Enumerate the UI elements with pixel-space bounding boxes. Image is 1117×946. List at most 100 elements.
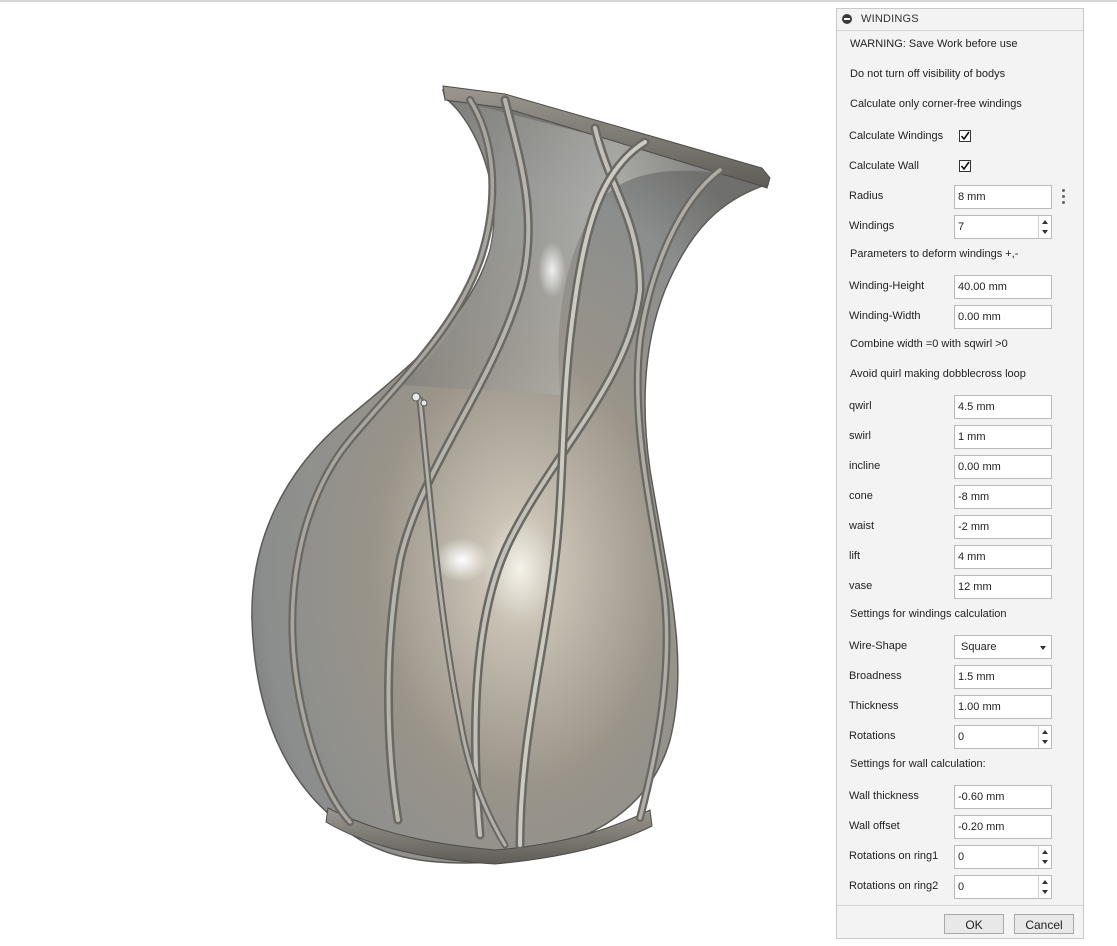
windings-stepper-arrows[interactable]: [1038, 216, 1051, 238]
radius-input[interactable]: [954, 185, 1052, 209]
vase-label: vase: [849, 580, 873, 592]
row-winding-height: Winding-Height: [837, 272, 1083, 302]
incline-label: incline: [849, 460, 881, 472]
3d-viewport[interactable]: [0, 2, 834, 946]
winding-height-label: Winding-Height: [849, 280, 925, 292]
arrow-up-icon[interactable]: [1042, 730, 1048, 734]
cancel-button[interactable]: Cancel: [1014, 914, 1074, 934]
wire-shape-label: Wire-Shape: [849, 640, 908, 652]
rotations-ring2-label: Rotations on ring2: [849, 880, 939, 892]
swirl-input[interactable]: [954, 425, 1052, 449]
visibility-text: Do not turn off visibility of bodys: [850, 68, 1006, 80]
combine-text: Combine width =0 with sqwirl >0: [850, 338, 1008, 350]
chevron-down-icon: [1040, 646, 1046, 650]
broadness-label: Broadness: [849, 670, 902, 682]
wall-thickness-input[interactable]: [954, 785, 1052, 809]
note-visibility: Do not turn off visibility of bodys: [837, 61, 1083, 91]
lift-label: lift: [849, 550, 860, 562]
calculate-windings-checkbox[interactable]: [959, 130, 971, 142]
row-rotations: Rotations 0: [837, 722, 1083, 752]
note-avoid: Avoid quirl making dobblecross loop: [837, 361, 1083, 391]
note-deform: Parameters to deform windings +,-: [837, 241, 1083, 271]
cone-input[interactable]: [954, 485, 1052, 509]
row-calculate-windings: Calculate Windings: [837, 122, 1083, 152]
warning-text: WARNING: Save Work before use: [850, 38, 1018, 50]
kebab-menu-icon[interactable]: [1062, 189, 1066, 205]
wall-thickness-label: Wall thickness: [849, 790, 919, 802]
wire-shape-select[interactable]: Square: [954, 635, 1052, 659]
deform-text: Parameters to deform windings +,-: [850, 248, 1019, 260]
thickness-label: Thickness: [849, 700, 899, 712]
row-winding-width: Winding-Width: [837, 302, 1083, 332]
calculate-wall-label: Calculate Wall: [849, 160, 919, 172]
note-settings-windings: Settings for windings calculation: [837, 601, 1083, 631]
arrow-down-icon[interactable]: [1042, 740, 1048, 744]
incline-input[interactable]: [954, 455, 1052, 479]
windings-stepper[interactable]: 7: [954, 215, 1052, 239]
vase-model[interactable]: [0, 2, 834, 946]
arrow-up-icon[interactable]: [1042, 880, 1048, 884]
thickness-input[interactable]: [954, 695, 1052, 719]
arrow-down-icon[interactable]: [1042, 890, 1048, 894]
corner-free-text: Calculate only corner-free windings: [850, 98, 1022, 110]
row-lift: lift: [837, 542, 1083, 572]
windings-label: Windings: [849, 220, 895, 232]
rotations-ring2-stepper-arrows[interactable]: [1038, 876, 1051, 898]
cone-label: cone: [849, 490, 873, 502]
rotations-ring1-stepper-arrows[interactable]: [1038, 846, 1051, 868]
winding-height-input[interactable]: [954, 275, 1052, 299]
panel-footer: OK Cancel: [837, 905, 1083, 939]
wire-shape-value: Square: [961, 641, 997, 653]
qwirl-label: qwirl: [849, 400, 872, 412]
windings-value: 7: [958, 221, 965, 233]
arrow-down-icon[interactable]: [1042, 230, 1048, 234]
note-settings-wall: Settings for wall calculation:: [837, 751, 1083, 781]
arrow-up-icon[interactable]: [1042, 220, 1048, 224]
row-cone: cone: [837, 482, 1083, 512]
winding-width-input[interactable]: [954, 305, 1052, 329]
settings-wall-text: Settings for wall calculation:: [850, 758, 986, 770]
rotations-label: Rotations: [849, 730, 896, 742]
row-wire-shape: Wire-Shape Square: [837, 632, 1083, 662]
waist-label: waist: [849, 520, 875, 532]
rotations-ring1-label: Rotations on ring1: [849, 850, 939, 862]
arrow-down-icon[interactable]: [1042, 860, 1048, 864]
row-wall-thickness: Wall thickness: [837, 782, 1083, 812]
wall-offset-input[interactable]: [954, 815, 1052, 839]
rotations-value: 0: [958, 731, 965, 743]
checkmark-icon: [960, 131, 970, 141]
qwirl-input[interactable]: [954, 395, 1052, 419]
calculate-windings-label: Calculate Windings: [849, 130, 944, 142]
rotations-stepper-arrows[interactable]: [1038, 726, 1051, 748]
row-swirl: swirl: [837, 422, 1083, 452]
row-incline: incline: [837, 452, 1083, 482]
arrow-up-icon[interactable]: [1042, 850, 1048, 854]
note-corner-free: Calculate only corner-free windings: [837, 91, 1083, 121]
row-calculate-wall: Calculate Wall: [837, 152, 1083, 182]
avoid-text: Avoid quirl making dobblecross loop: [850, 368, 1026, 380]
ok-button[interactable]: OK: [944, 914, 1004, 934]
wall-offset-label: Wall offset: [849, 820, 900, 832]
rotations-ring2-value: 0: [958, 881, 965, 893]
lift-input[interactable]: [954, 545, 1052, 569]
row-waist: waist: [837, 512, 1083, 542]
radius-label: Radius: [849, 190, 884, 202]
row-rotations-ring1: Rotations on ring1 0: [837, 842, 1083, 872]
rotations-ring2-stepper[interactable]: 0: [954, 875, 1052, 899]
calculate-wall-checkbox[interactable]: [959, 160, 971, 172]
vase-input[interactable]: [954, 575, 1052, 599]
row-qwirl: qwirl: [837, 392, 1083, 422]
broadness-input[interactable]: [954, 665, 1052, 689]
note-combine: Combine width =0 with sqwirl >0: [837, 331, 1083, 361]
rotations-ring1-stepper[interactable]: 0: [954, 845, 1052, 869]
winding-width-label: Winding-Width: [849, 310, 921, 322]
rotations-ring1-value: 0: [958, 851, 965, 863]
row-vase: vase: [837, 572, 1083, 602]
row-windings: Windings 7: [837, 212, 1083, 242]
waist-input[interactable]: [954, 515, 1052, 539]
panel-header: WINDINGS: [837, 9, 1083, 31]
collapse-icon[interactable]: [842, 14, 852, 24]
swirl-label: swirl: [849, 430, 871, 442]
rotations-stepper[interactable]: 0: [954, 725, 1052, 749]
note-warning: WARNING: Save Work before use: [837, 31, 1083, 61]
